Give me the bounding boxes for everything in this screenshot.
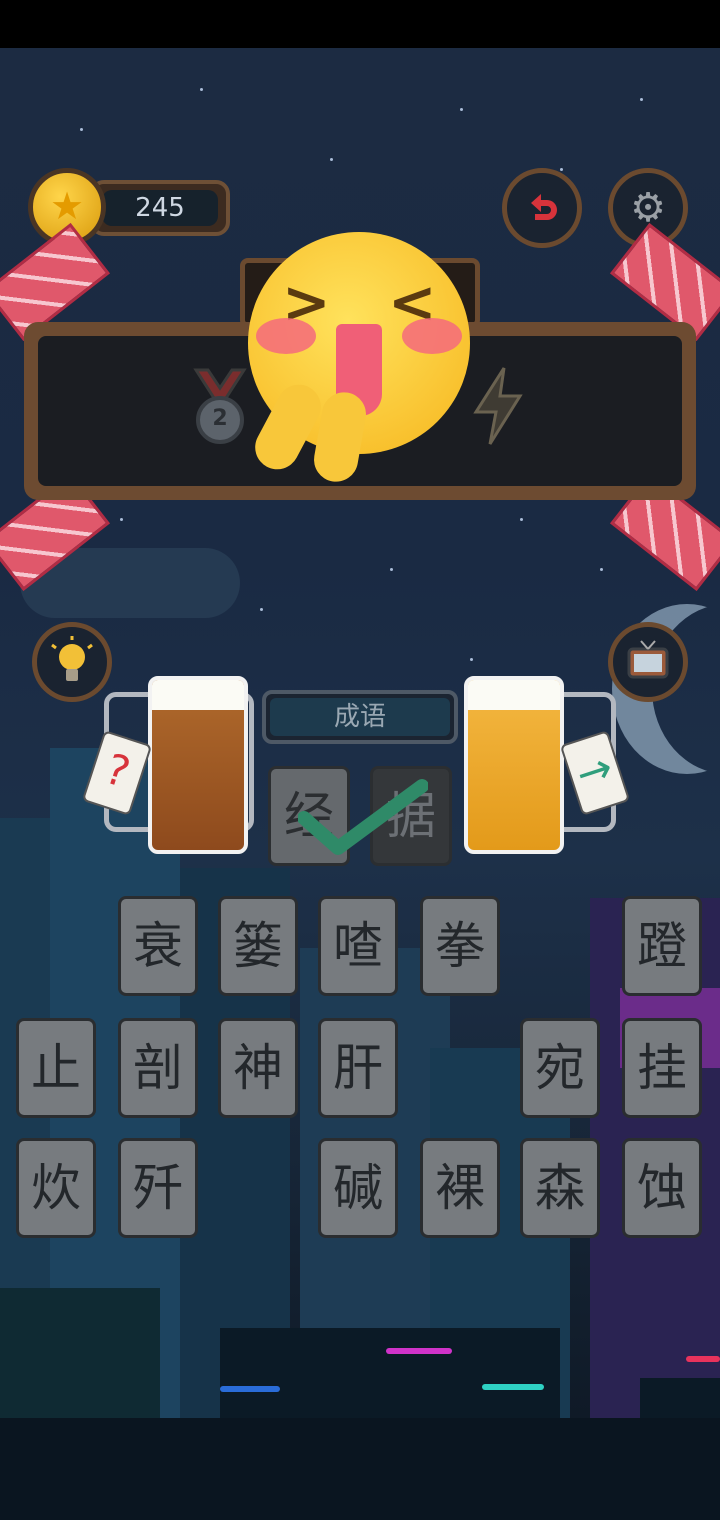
tv-icon xyxy=(627,640,669,679)
letter-tile[interactable]: 蹬 xyxy=(622,896,702,996)
coin-counter: 245 xyxy=(90,180,230,236)
letter-tile[interactable]: 止 xyxy=(16,1018,96,1118)
letter-tile[interactable]: 喳 xyxy=(318,896,398,996)
happy-emoji-sticker: > < xyxy=(247,232,470,486)
medal-number: 2 xyxy=(212,406,228,431)
coin-count: 245 xyxy=(102,190,218,226)
letter-tile[interactable]: 衰 xyxy=(118,896,198,996)
medal-icon: 2 xyxy=(188,368,252,446)
next-beer-mug[interactable] xyxy=(464,676,564,854)
undo-button[interactable] xyxy=(502,168,582,248)
letter-tile[interactable]: 挂 xyxy=(622,1018,702,1118)
letter-tile[interactable]: 碱 xyxy=(318,1138,398,1238)
letter-tile[interactable]: 剖 xyxy=(118,1018,198,1118)
prev-beer-mug[interactable] xyxy=(148,676,248,854)
lightning-icon xyxy=(470,366,526,450)
lightbulb-icon xyxy=(51,636,93,681)
letter-tile[interactable]: 炊 xyxy=(16,1138,96,1238)
letter-tile[interactable]: 裸 xyxy=(420,1138,500,1238)
letter-tile[interactable]: 神 xyxy=(218,1018,298,1118)
category-label: 成语 xyxy=(262,690,458,744)
letter-tile[interactable]: 宛 xyxy=(520,1018,600,1118)
letter-tile[interactable]: 拳 xyxy=(420,896,500,996)
letter-tile[interactable]: 蚀 xyxy=(622,1138,702,1238)
letter-tile[interactable]: 森 xyxy=(520,1138,600,1238)
letter-tile[interactable]: 肝 xyxy=(318,1018,398,1118)
checkmark-icon xyxy=(297,778,429,862)
hint-button[interactable] xyxy=(32,622,112,702)
status-bar xyxy=(0,0,720,48)
letter-tile[interactable]: 篓 xyxy=(218,896,298,996)
watch-video-button[interactable] xyxy=(608,622,688,702)
undo-arrow-icon xyxy=(531,194,557,220)
letter-tile[interactable]: 歼 xyxy=(118,1138,198,1238)
